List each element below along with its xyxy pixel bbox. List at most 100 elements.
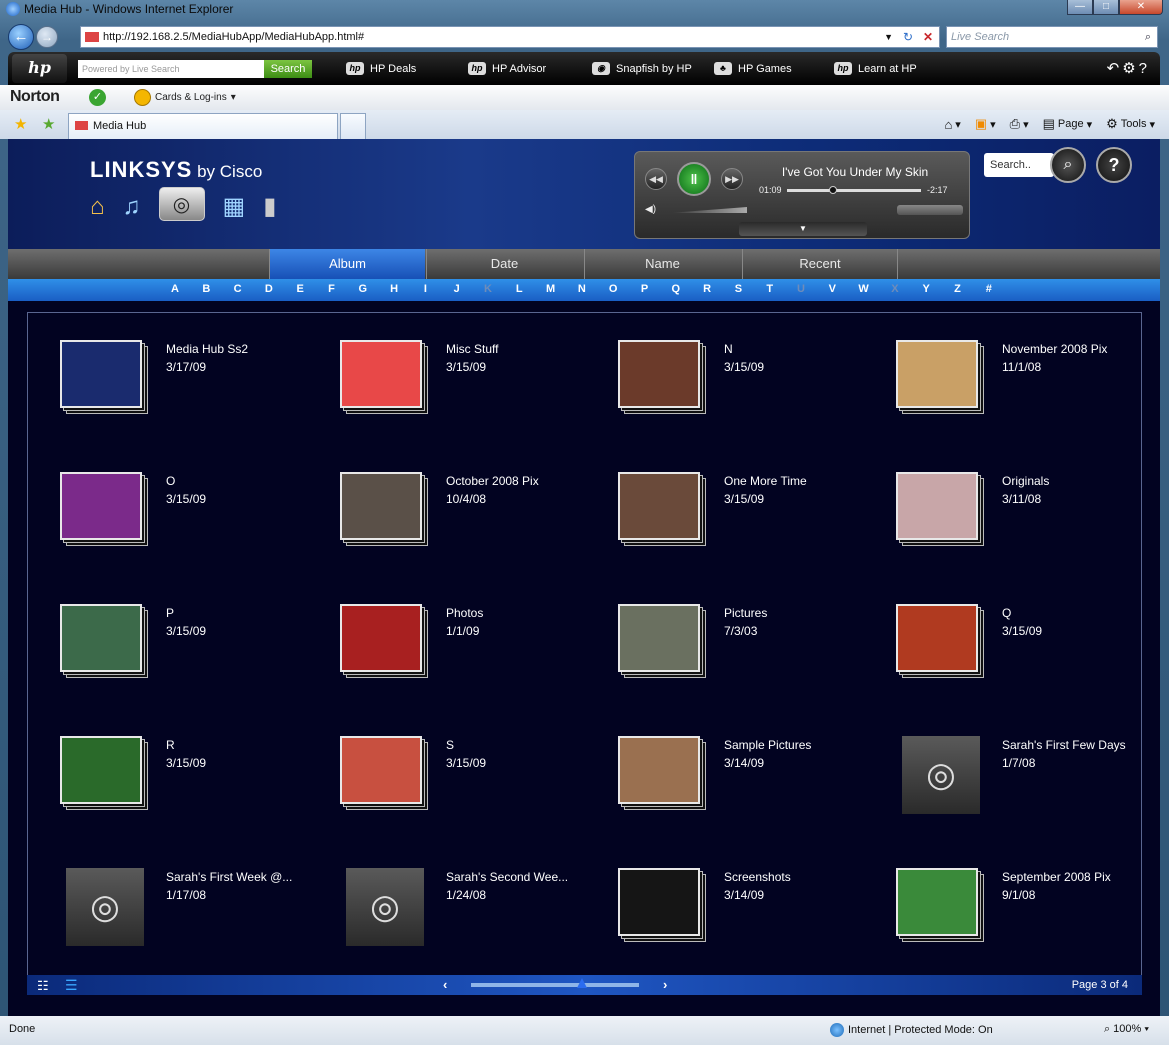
letter-filter-w[interactable]: W <box>857 283 871 295</box>
app-search-input[interactable]: Search.. <box>984 153 1054 177</box>
favorites-star-icon[interactable]: ★ <box>14 115 27 133</box>
volume-slider[interactable] <box>669 207 747 213</box>
close-button[interactable]: ✕ <box>1119 0 1163 15</box>
rewind-button[interactable]: ◀◀ <box>645 168 667 190</box>
search-icon[interactable]: ⌕ <box>1145 27 1151 47</box>
learn-at-hp-link[interactable]: hp Learn at HP <box>834 62 917 75</box>
page-slider[interactable] <box>471 983 639 987</box>
album-item[interactable]: Media Hub Ss2 3/17/09 <box>58 340 328 440</box>
tab-media-hub[interactable]: Media Hub <box>68 113 338 139</box>
album-item[interactable]: O 3/15/09 <box>58 472 328 572</box>
album-item[interactable]: Photos 1/1/09 <box>338 604 608 704</box>
volume-icon[interactable]: ◀) <box>645 204 656 215</box>
album-item[interactable]: October 2008 Pix 10/4/08 <box>338 472 608 572</box>
home-icon[interactable]: ⌂ <box>90 193 105 221</box>
letter-filter-r[interactable]: R <box>700 283 714 295</box>
next-page-button[interactable]: › <box>663 977 667 992</box>
expand-player-button[interactable]: ▼ <box>739 222 867 236</box>
device-icon[interactable]: ▮ <box>263 192 276 221</box>
letter-filter-d[interactable]: D <box>262 283 276 295</box>
camera-icon[interactable]: ◎ <box>158 187 205 221</box>
live-search-input[interactable]: Live Search ⌕ <box>946 26 1158 48</box>
hp-advisor-link[interactable]: hp HP Advisor <box>468 62 546 75</box>
letter-filter-u[interactable]: U <box>794 283 808 295</box>
album-item[interactable]: P 3/15/09 <box>58 604 328 704</box>
address-bar[interactable]: http://192.168.2.5/MediaHubApp/MediaHubA… <box>80 26 940 48</box>
norton-logo[interactable]: Norton <box>10 88 60 106</box>
album-item[interactable]: ◎ Sarah's Second Wee... 1/24/08 <box>338 868 608 968</box>
album-item[interactable]: November 2008 Pix 11/1/08 <box>894 340 1164 440</box>
hp-toolbar-controls[interactable]: ↶⚙? <box>1107 59 1150 77</box>
cards-logins-button[interactable]: Cards & Log-ins ▾ <box>134 89 236 106</box>
add-favorites-icon[interactable]: ★ <box>42 115 55 133</box>
progress-knob[interactable] <box>828 186 837 194</box>
help-button[interactable]: ? <box>1096 147 1132 183</box>
video-icon[interactable]: ▦ <box>223 192 246 221</box>
letter-filter-p[interactable]: P <box>638 283 652 295</box>
letter-filter-o[interactable]: O <box>606 283 620 295</box>
letter-filter-a[interactable]: A <box>168 283 182 295</box>
pause-button[interactable]: ‖ <box>677 162 711 196</box>
album-item[interactable]: Misc Stuff 3/15/09 <box>338 340 608 440</box>
back-button[interactable]: ← <box>8 24 34 50</box>
maximize-button[interactable]: □ <box>1093 0 1119 15</box>
snapfish-link[interactable]: ◉ Snapfish by HP <box>592 62 692 75</box>
chevron-down-icon[interactable]: ▼ <box>884 27 893 47</box>
album-item[interactable]: Screenshots 3/14/09 <box>616 868 886 968</box>
letter-filter-i[interactable]: I <box>418 283 432 295</box>
new-tab-button[interactable] <box>340 113 366 139</box>
tab-name[interactable]: Name <box>584 249 740 279</box>
hp-logo[interactable]: hp <box>12 54 67 83</box>
hp-games-link[interactable]: ♣ HP Games <box>714 62 792 75</box>
album-item[interactable]: Pictures 7/3/03 <box>616 604 886 704</box>
album-item[interactable]: Q 3/15/09 <box>894 604 1164 704</box>
search-button[interactable]: ⌕ <box>1050 147 1086 183</box>
album-item[interactable]: S 3/15/09 <box>338 736 608 836</box>
page-menu[interactable]: ▤ Page ▾ <box>1043 116 1093 132</box>
forward-button[interactable]: → <box>36 26 58 48</box>
album-item[interactable]: Sample Pictures 3/14/09 <box>616 736 886 836</box>
prev-page-button[interactable]: ‹ <box>443 977 447 992</box>
feeds-button[interactable]: ▣ ▾ <box>975 116 996 132</box>
album-item[interactable]: R 3/15/09 <box>58 736 328 836</box>
letter-filter-b[interactable]: B <box>199 283 213 295</box>
progress-track[interactable] <box>787 189 921 192</box>
refresh-icon[interactable]: ↻ <box>903 27 913 47</box>
minimize-button[interactable]: — <box>1067 0 1093 15</box>
album-item[interactable]: ◎ Sarah's First Week @... 1/17/08 <box>58 868 328 968</box>
letter-filter-z[interactable]: Z <box>951 283 965 295</box>
letter-filter-c[interactable]: C <box>231 283 245 295</box>
letter-filter-hash[interactable]: # <box>982 283 996 295</box>
tab-album[interactable]: Album <box>269 249 425 279</box>
letter-filter-q[interactable]: Q <box>669 283 683 295</box>
letter-filter-f[interactable]: F <box>325 283 339 295</box>
hp-deals-link[interactable]: hp HP Deals <box>346 62 416 75</box>
tools-menu[interactable]: ⚙ Tools ▾ <box>1106 116 1155 132</box>
letter-filter-n[interactable]: N <box>575 283 589 295</box>
letter-filter-l[interactable]: L <box>512 283 526 295</box>
letter-filter-j[interactable]: J <box>450 283 464 295</box>
letter-filter-y[interactable]: Y <box>919 283 933 295</box>
letter-filter-x[interactable]: X <box>888 283 902 295</box>
album-item[interactable]: ◎ Sarah's First Few Days 1/7/08 <box>894 736 1164 836</box>
letter-filter-m[interactable]: M <box>544 283 558 295</box>
letter-filter-h[interactable]: H <box>387 283 401 295</box>
letter-filter-e[interactable]: E <box>293 283 307 295</box>
stop-icon[interactable]: ✕ <box>923 27 933 47</box>
hp-search-button[interactable]: Search <box>264 60 312 78</box>
grid-view-icon[interactable]: ☷ <box>37 978 49 994</box>
security-zone[interactable]: Internet | Protected Mode: On <box>830 1023 993 1037</box>
album-item[interactable]: Originals 3/11/08 <box>894 472 1164 572</box>
page-slider-knob[interactable] <box>576 978 587 988</box>
hp-search-input[interactable]: Powered by Live Search <box>78 60 264 78</box>
player-mode-toggle[interactable] <box>897 205 963 215</box>
letter-filter-s[interactable]: S <box>731 283 745 295</box>
album-item[interactable]: N 3/15/09 <box>616 340 886 440</box>
tab-date[interactable]: Date <box>426 249 582 279</box>
home-button[interactable]: ⌂ ▾ <box>944 116 960 132</box>
zoom-level[interactable]: ⌕ 100% ▾ <box>1104 1023 1149 1036</box>
print-button[interactable]: ⎙ ▾ <box>1010 116 1029 132</box>
forward-button[interactable]: ▶▶ <box>721 168 743 190</box>
album-item[interactable]: September 2008 Pix 9/1/08 <box>894 868 1164 968</box>
music-icon[interactable]: ♫ <box>123 193 141 221</box>
